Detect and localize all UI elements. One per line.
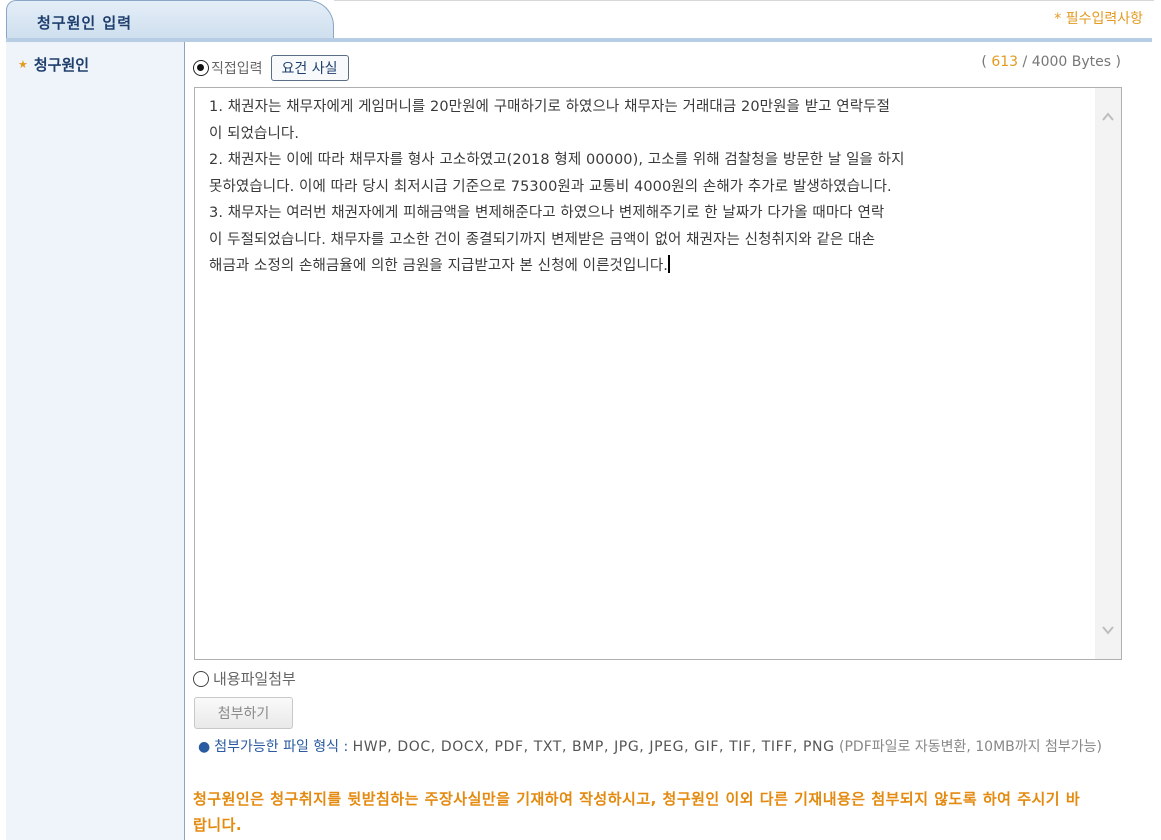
byte-count: 613 bbox=[991, 54, 1019, 70]
byte-limit: 4000 Bytes bbox=[1031, 54, 1112, 70]
formats-label: 첨부가능한 파일 형식 : bbox=[214, 739, 349, 755]
formats-note: (PDF파일로 자동변환, 10MB까지 첨부가능) bbox=[839, 739, 1102, 755]
allowed-formats: ● 첨부가능한 파일 형식 : HWP, DOC, DOCX, PDF, TXT,… bbox=[198, 735, 1133, 759]
top-divider bbox=[334, 0, 1154, 1]
field-label-text: 청구원인 bbox=[33, 56, 90, 74]
byte-close: ) bbox=[1111, 54, 1121, 70]
file-attach-label: 내용파일첨부 bbox=[213, 670, 296, 688]
file-attach-row: 내용파일첨부 bbox=[193, 668, 296, 689]
bullet-icon: ● bbox=[198, 739, 211, 755]
text-caret bbox=[668, 255, 671, 273]
formats-list: HWP, DOC, DOCX, PDF, TXT, BMP, JPG, JPEG… bbox=[352, 739, 835, 755]
file-attach-radio[interactable] bbox=[193, 670, 209, 687]
attach-button[interactable]: 첨부하기 bbox=[194, 697, 293, 729]
byte-open: ( bbox=[981, 54, 987, 70]
input-mode-row: 직접입력 요건 사실 bbox=[193, 55, 349, 81]
required-note: * 필수입력사항 bbox=[1054, 11, 1143, 27]
direct-input-radio[interactable] bbox=[193, 60, 209, 76]
section-tab: 청구원인 입력 bbox=[6, 0, 334, 38]
scrollbar[interactable] bbox=[1095, 88, 1121, 659]
claim-text[interactable]: 1. 채권자는 채무자에게 게임머니를 20만원에 구매하기로 하였으나 채무자… bbox=[209, 94, 1079, 280]
notice-text: 청구원인은 청구취지를 뒷받침하는 주장사실만을 기재하여 작성하시고, 청구원… bbox=[193, 790, 1081, 834]
chevron-down-icon[interactable] bbox=[1101, 623, 1115, 637]
claim-textarea[interactable]: 1. 채권자는 채무자에게 게임머니를 20만원에 구매하기로 하였으나 채무자… bbox=[194, 87, 1122, 660]
sidebar: ★ 청구원인 bbox=[6, 42, 185, 840]
required-star-icon: ★ bbox=[18, 58, 28, 71]
section-title: 청구원인 입력 bbox=[37, 14, 133, 32]
byte-counter: ( 613 / 4000 Bytes ) bbox=[981, 54, 1121, 70]
direct-input-label: 직접입력 bbox=[211, 61, 263, 77]
byte-sep: / bbox=[1018, 54, 1032, 70]
claim-text-content: 1. 채권자는 채무자에게 게임머니를 20만원에 구매하기로 하였으나 채무자… bbox=[209, 99, 905, 274]
field-label: ★ 청구원인 bbox=[18, 54, 89, 75]
requirement-facts-button[interactable]: 요건 사실 bbox=[270, 55, 349, 81]
chevron-up-icon[interactable] bbox=[1101, 110, 1115, 124]
